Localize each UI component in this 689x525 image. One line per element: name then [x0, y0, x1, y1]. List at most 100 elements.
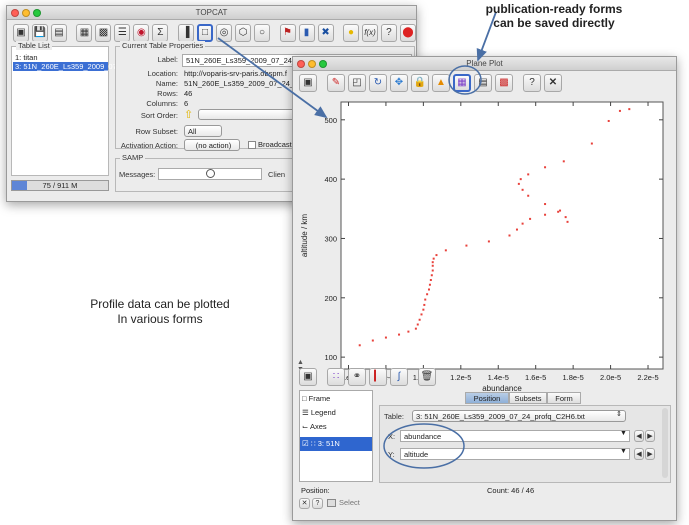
tab-subsets[interactable]: Subsets — [509, 392, 547, 404]
help-icon[interactable]: ? — [380, 24, 397, 42]
columns-icon[interactable]: ▩ — [95, 24, 112, 42]
add-pair-layer-icon[interactable]: ⚭ — [348, 368, 366, 386]
zoom-light[interactable] — [33, 9, 41, 17]
data-point — [508, 234, 511, 237]
y-tick-label: 300 — [324, 234, 337, 243]
table-key: Table: — [384, 412, 405, 421]
legend-icon: ☰ — [302, 408, 309, 417]
plot-title: Plane Plot — [466, 59, 503, 68]
axis-lock-icon[interactable]: ▲ — [432, 74, 450, 92]
add-scatter-layer-icon[interactable]: ∷ — [327, 368, 345, 386]
table-list-item-51n[interactable]: 3: 51N_260E_Ls359_2009_07 — [13, 62, 117, 71]
table-select[interactable]: 3: 51N_260E_Ls359_2009_07_24_profq_C2H6.… — [412, 410, 626, 422]
y-dropdown-icon[interactable]: ▼ — [620, 448, 627, 455]
function-icon[interactable]: f(x) — [361, 24, 378, 42]
messages-key: Messages: — [119, 170, 156, 179]
duplicate-icon[interactable]: ▤ — [50, 24, 67, 42]
add-function-layer-icon[interactable]: ∫ — [390, 368, 408, 386]
sky-plot-icon[interactable]: ◎ — [216, 24, 233, 42]
pacman-icon[interactable]: ● — [343, 24, 359, 42]
new-window-icon[interactable]: ▣ — [299, 74, 317, 92]
clear-selection-icon[interactable]: ✕ — [299, 498, 310, 509]
sphere-plot-icon[interactable]: ○ — [254, 24, 271, 42]
plot-toolbar: ▣ ✎ ◰ ↻ ✥ 🔒 ▲ ▦ ▤ ▩ ? ✕ — [293, 74, 676, 92]
panel-scrollbar[interactable] — [662, 408, 668, 478]
plot-titlebar: Plane Plot — [293, 57, 676, 71]
add-plot-icon[interactable]: ▣ — [299, 368, 317, 386]
histogram-icon[interactable]: ▐ — [177, 24, 194, 42]
export-vector-icon[interactable]: ▤ — [474, 74, 492, 92]
plot-minimize-light[interactable] — [308, 60, 316, 68]
data-point — [430, 274, 433, 277]
x-field[interactable]: abundance — [400, 430, 630, 442]
data-point — [424, 298, 427, 301]
sort-direction-icon[interactable]: ⇧ — [184, 108, 193, 121]
navigate-icon[interactable]: ✥ — [390, 74, 408, 92]
y-tick-label: 100 — [324, 353, 337, 362]
exit-icon[interactable]: ⬤ — [399, 24, 416, 42]
name-key: Name: — [155, 79, 178, 88]
layer-visible-checkbox[interactable]: ☑ — [302, 439, 309, 448]
frame-icon: □ — [302, 394, 307, 403]
export-image-icon[interactable]: ▦ — [453, 74, 471, 92]
axes-icon: ⌙ — [302, 422, 309, 431]
selection-help-icon[interactable]: ? — [312, 498, 323, 509]
sort-order-select[interactable] — [198, 109, 298, 120]
cross-match-icon[interactable]: ✖ — [317, 24, 334, 42]
y-key: Y: — [388, 450, 395, 459]
activation-action-button[interactable]: (no action) — [184, 139, 240, 151]
save-table-icon[interactable]: 💾 — [31, 24, 48, 42]
y-next-button[interactable]: ▶ — [645, 448, 655, 460]
data-point — [521, 222, 524, 225]
layer-legend[interactable]: ☰ Legend — [302, 408, 336, 417]
table-data-icon[interactable]: ▦ — [76, 24, 93, 42]
data-point — [557, 210, 560, 213]
plot-close-icon[interactable]: ✕ — [544, 74, 562, 92]
x-dropdown-icon[interactable]: ▼ — [620, 430, 627, 437]
cube-plot-icon[interactable]: ⬡ — [235, 24, 252, 42]
minimize-light[interactable] — [22, 9, 30, 17]
params-icon[interactable]: ☰ — [114, 24, 131, 42]
table-list-item-titan[interactable]: 1: titan — [15, 53, 38, 62]
plane-plot-icon[interactable]: □ — [196, 24, 214, 42]
plot-help-icon[interactable]: ? — [523, 74, 541, 92]
sort-order-key: Sort Order: — [140, 111, 178, 120]
y-prev-button[interactable]: ◀ — [634, 448, 644, 460]
replot-icon[interactable]: ↻ — [369, 74, 387, 92]
plot-zoom-light[interactable] — [319, 60, 327, 68]
match-icon[interactable]: ⚑ — [279, 24, 296, 42]
y-tick-label: 200 — [324, 294, 337, 303]
data-point — [628, 108, 631, 111]
tab-form[interactable]: Form — [547, 392, 581, 404]
scatter-plot[interactable]: 6.e-68.e-61.0e-51.2e-51.4e-51.6e-51.8e-5… — [293, 94, 678, 414]
draw-region-icon[interactable]: ◰ — [348, 74, 366, 92]
layer-axes[interactable]: ⌙ Axes — [302, 422, 327, 431]
plot-close-light[interactable] — [297, 60, 305, 68]
export-pdf-icon[interactable]: ▩ — [495, 74, 513, 92]
layer-toolbar: ▣ ∷ ⚭ ▎ ∫ 🗑 — [293, 368, 676, 386]
layer-data[interactable]: ☑ ∷ 3: 51N — [300, 437, 372, 451]
topcat-toolbar: ▣ 💾 ▤ ▦ ▩ ☰ ◉ Σ ▐ □ ◎ ⬡ ○ ⚑ ▮ ✖ ● f(x) ?… — [7, 24, 416, 42]
lock-icon[interactable]: 🔒 — [411, 74, 429, 92]
load-table-icon[interactable]: ▣ — [13, 24, 29, 42]
remove-layer-trash-icon[interactable]: 🗑 — [418, 368, 436, 386]
activation-action-key: Activation Action: — [120, 141, 178, 150]
tab-position[interactable]: Position — [465, 392, 509, 404]
data-point — [590, 142, 593, 145]
row-subset-select[interactable]: All — [184, 125, 222, 137]
statistics-sigma-icon[interactable]: Σ — [152, 24, 169, 42]
data-point — [435, 254, 438, 257]
add-histogram-layer-icon[interactable]: ▎ — [369, 368, 387, 386]
close-light[interactable] — [11, 9, 19, 17]
subsets-icon[interactable]: ◉ — [133, 24, 150, 42]
sketch-subset-icon[interactable]: ✎ — [327, 74, 345, 92]
layer-frame[interactable]: □ Frame — [302, 394, 330, 403]
select-icon[interactable] — [327, 499, 336, 507]
y-tick-label: 400 — [324, 175, 337, 184]
x-prev-button[interactable]: ◀ — [634, 430, 644, 442]
pair-match-icon[interactable]: ▮ — [298, 24, 315, 42]
y-field[interactable]: altitude — [400, 448, 630, 460]
x-next-button[interactable]: ▶ — [645, 430, 655, 442]
broadcast-checkbox[interactable] — [248, 141, 256, 149]
data-point — [431, 269, 434, 272]
